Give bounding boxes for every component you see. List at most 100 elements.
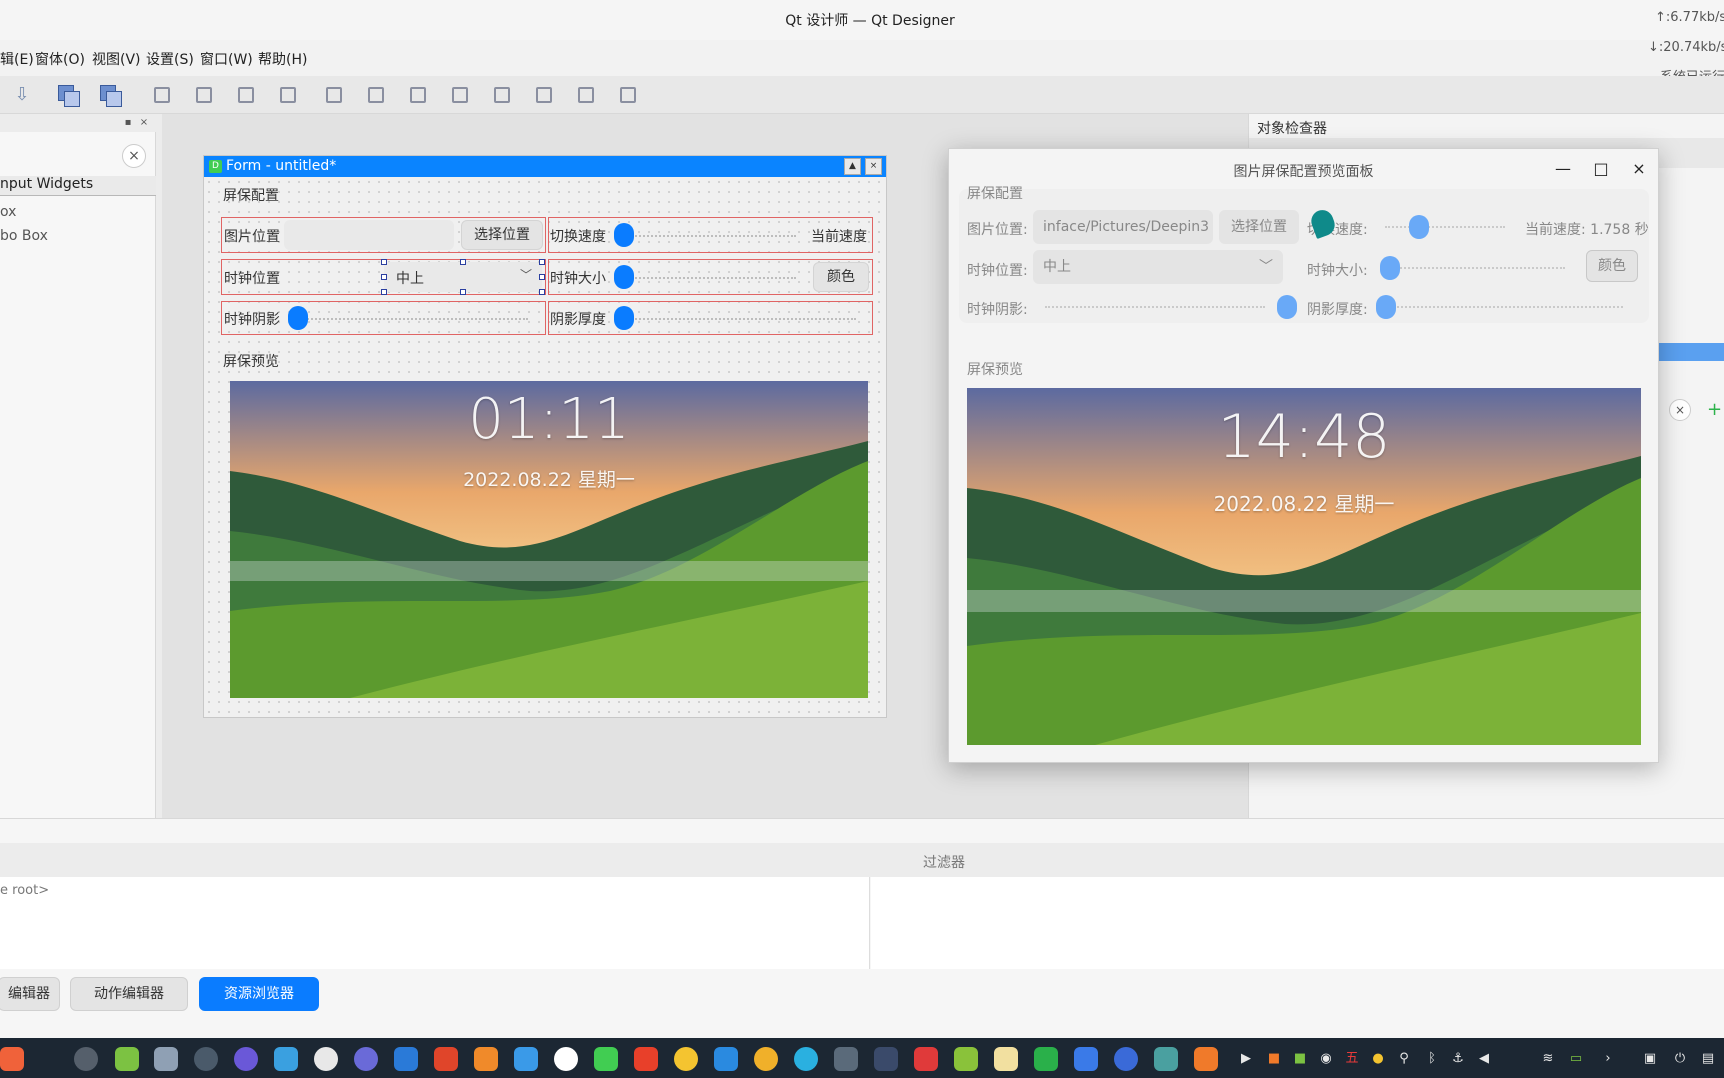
wifi-icon[interactable]: ≋ — [1540, 1051, 1556, 1067]
android-icon[interactable] — [115, 1047, 139, 1071]
preview-dialog[interactable]: 图片屏保配置预览面板 — □ × 屏保配置 图片位置: inface/Pictu… — [948, 148, 1659, 763]
battery-icon[interactable]: ▭ — [1568, 1051, 1584, 1067]
selection-handle[interactable] — [539, 289, 545, 295]
pv-color-button[interactable]: 颜色 — [1586, 250, 1638, 282]
minimize-icon[interactable]: — — [1551, 157, 1575, 181]
volume-icon[interactable]: ◀ — [1476, 1051, 1492, 1067]
widget-item[interactable]: bo Box — [0, 228, 48, 244]
usb-icon[interactable]: ⚓ — [1450, 1051, 1466, 1067]
tab-resource-browser[interactable]: 资源浏览器 — [199, 977, 319, 1011]
desktop-icon[interactable]: ▣ — [1642, 1051, 1658, 1067]
pv-choose-pos-button[interactable]: 选择位置 — [1219, 210, 1299, 244]
grid-icon[interactable] — [492, 85, 512, 105]
tab-editor[interactable]: 编辑器 — [0, 977, 60, 1011]
menu-edit[interactable]: 辑(E) — [0, 49, 34, 69]
feishu-icon[interactable] — [514, 1047, 538, 1071]
close-icon[interactable]: × — [1627, 157, 1651, 181]
power-icon[interactable]: ⏻ — [1672, 1051, 1688, 1067]
selection-handle[interactable] — [460, 289, 466, 295]
mask-icon[interactable] — [874, 1047, 898, 1071]
wifi-app-icon[interactable] — [154, 1047, 178, 1071]
form-titlebar[interactable]: D Form - untitled* ▲ × — [204, 156, 886, 177]
clock-shadow-slider[interactable] — [288, 306, 308, 330]
download-icon[interactable]: ⇩ — [12, 85, 32, 105]
tray-green-icon[interactable]: ■ — [1292, 1051, 1308, 1067]
choose-pos-button[interactable]: 选择位置 — [461, 220, 543, 250]
shirt-icon[interactable]: ⚲ — [1396, 1051, 1412, 1067]
raise-icon[interactable] — [58, 85, 80, 107]
clock-size-slider[interactable] — [614, 265, 634, 289]
selection-handle[interactable] — [539, 274, 545, 280]
add-icon[interactable]: + — [1707, 399, 1722, 420]
widget-item[interactable]: ox — [0, 204, 16, 220]
break-layout-icon[interactable] — [450, 85, 470, 105]
terminal-icon[interactable] — [914, 1047, 938, 1071]
chat-icon[interactable] — [1154, 1047, 1178, 1071]
d-green-icon[interactable] — [1034, 1047, 1058, 1071]
color-button[interactable]: 颜色 — [813, 262, 869, 292]
file-icon[interactable] — [994, 1047, 1018, 1071]
ime-icon[interactable]: 五 — [1344, 1051, 1360, 1067]
d-app-icon[interactable] — [434, 1047, 458, 1071]
dock-close-icon[interactable]: × — [138, 117, 150, 129]
dock-float-icon[interactable]: ▪ — [122, 117, 134, 129]
form-window[interactable]: D Form - untitled* ▲ × 屏保配置 图片位置 选择位置 切换… — [203, 155, 887, 718]
selection-handle[interactable] — [381, 259, 387, 265]
pv-clock-pos-combo[interactable]: 中上 ﹀ — [1033, 250, 1283, 284]
selection-handle[interactable] — [460, 259, 466, 265]
x-app-icon[interactable] — [634, 1047, 658, 1071]
shadow-thickness-slider[interactable] — [614, 306, 634, 330]
form-layout-icon[interactable] — [534, 85, 554, 105]
menu-form[interactable]: 窗体(O) — [35, 49, 85, 69]
s-app-icon[interactable] — [1114, 1047, 1138, 1071]
adjust-icon[interactable] — [618, 85, 638, 105]
eclipse-icon[interactable] — [354, 1047, 378, 1071]
search-icon[interactable] — [834, 1047, 858, 1071]
split-v-icon[interactable] — [366, 85, 386, 105]
settings-app-icon[interactable] — [194, 1047, 218, 1071]
obs-icon[interactable] — [74, 1047, 98, 1071]
form-close-icon[interactable]: × — [865, 158, 882, 175]
menu-help[interactable]: 帮助(H) — [258, 49, 307, 69]
browser-icon[interactable] — [794, 1047, 818, 1071]
clock-pos-combo[interactable]: 中上 ﹀ — [384, 262, 542, 292]
close-icon[interactable]: × — [122, 144, 146, 168]
z-app-icon[interactable] — [474, 1047, 498, 1071]
pv-clock-size-slider[interactable] — [1380, 256, 1400, 280]
split-h-icon[interactable] — [324, 85, 344, 105]
pv-clock-shadow-slider[interactable] — [1277, 295, 1297, 319]
selection-handle[interactable] — [381, 274, 387, 280]
lower-icon[interactable] — [100, 85, 122, 107]
tools-icon[interactable] — [1074, 1047, 1098, 1071]
light-icon[interactable] — [754, 1047, 778, 1071]
layout-v-icon[interactable] — [194, 85, 214, 105]
adjust-size-icon[interactable] — [408, 85, 428, 105]
vscode-icon[interactable] — [714, 1047, 738, 1071]
pv-shadow-thickness-slider[interactable] — [1376, 295, 1396, 319]
tray-app-icon[interactable]: ■ — [1266, 1051, 1282, 1067]
gear-icon[interactable] — [314, 1047, 338, 1071]
pv-switch-speed-slider[interactable] — [1409, 215, 1429, 239]
layout-grid-icon[interactable] — [236, 85, 256, 105]
menu-window[interactable]: 窗口(W) — [200, 49, 253, 69]
menu-settings[interactable]: 设置(S) — [146, 49, 194, 69]
flag-app-icon[interactable] — [1194, 1047, 1218, 1071]
bluetooth-icon[interactable]: ᛒ — [1424, 1051, 1440, 1067]
image-pos-input[interactable] — [284, 220, 454, 250]
layout-h-icon[interactable] — [152, 85, 172, 105]
m-app-icon[interactable] — [554, 1047, 578, 1071]
switch-speed-slider[interactable] — [614, 223, 634, 247]
selection-handle[interactable] — [381, 289, 387, 295]
qt-icon[interactable] — [594, 1047, 618, 1071]
tray-yellow-icon[interactable]: ● — [1370, 1051, 1386, 1067]
notes-icon[interactable] — [394, 1047, 418, 1071]
resource-tree[interactable]: e root> — [0, 877, 870, 969]
resource-view[interactable] — [871, 877, 1724, 969]
layout-form-icon[interactable] — [278, 85, 298, 105]
form-maximize-icon[interactable]: ▲ — [844, 158, 861, 175]
launcher-icon[interactable] — [0, 1047, 24, 1071]
pv-image-pos-input[interactable]: inface/Pictures/Deepin3 — [1033, 210, 1213, 244]
chrome-icon[interactable] — [674, 1047, 698, 1071]
chevron-right-icon[interactable]: › — [1600, 1051, 1616, 1067]
tab-action-editor[interactable]: 动作编辑器 — [70, 977, 188, 1011]
